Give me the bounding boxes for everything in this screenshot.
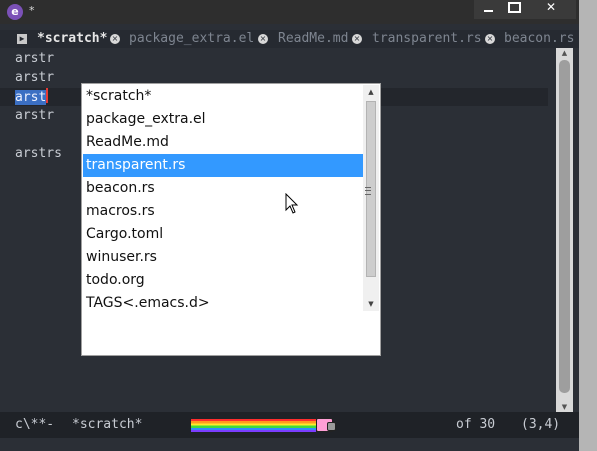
editor-line: arstr — [15, 108, 55, 123]
tab-package-extra[interactable]: package_extra.el — [129, 30, 254, 48]
tab-close-icon[interactable]: × — [258, 34, 268, 44]
modeline-cursor-position: (3,4) — [521, 417, 561, 432]
buffer-list-item[interactable]: todo.org — [83, 269, 363, 292]
nyan-cat-icon — [316, 418, 336, 432]
desktop-background — [579, 0, 597, 451]
editor-scrollbar[interactable]: ▲ ▼ — [556, 48, 573, 412]
buffer-list-item[interactable]: Cargo.toml — [83, 223, 363, 246]
text-cursor — [46, 88, 49, 103]
tab-beacon[interactable]: beacon.rs — [504, 30, 574, 48]
tab-readme[interactable]: ReadMe.md — [278, 30, 348, 48]
scrollbar-thumb[interactable] — [559, 60, 570, 393]
emacs-icon: e — [7, 4, 23, 20]
tab-menu-icon[interactable]: ▶ — [17, 34, 27, 44]
scroll-up-icon[interactable]: ▲ — [556, 48, 573, 58]
tab-scratch[interactable]: *scratch* — [37, 30, 107, 48]
buffer-list-item[interactable]: winuser.rs — [83, 246, 363, 269]
scroll-up-icon[interactable]: ▲ — [363, 85, 379, 99]
modeline-status: c\**- — [15, 417, 55, 432]
selected-text: arst — [15, 90, 47, 105]
tab-close-icon[interactable]: × — [352, 34, 362, 44]
popup-scrollbar[interactable]: ▲ ▼ — [363, 85, 379, 311]
close-icon: ✕ — [545, 0, 557, 14]
nyan-rainbow-progress — [191, 419, 316, 432]
tab-transparent[interactable]: transparent.rs — [372, 30, 482, 48]
scroll-down-icon[interactable]: ▼ — [556, 402, 573, 412]
buffer-list-item[interactable]: macros.rs — [83, 200, 363, 223]
minimize-icon — [483, 9, 493, 12]
modeline-buffer-name: *scratch* — [72, 417, 143, 432]
tab-close-icon[interactable]: × — [110, 34, 120, 44]
minibuffer[interactable] — [0, 438, 579, 451]
editor-line-current: arst — [15, 88, 49, 107]
title-bar: e * ✕ — [0, 0, 579, 24]
mouse-pointer-icon — [285, 193, 299, 214]
buffer-switch-popup: *scratch* package_extra.el ReadMe.md tra… — [81, 83, 381, 356]
buffer-list-item[interactable]: package_extra.el — [83, 108, 363, 131]
scroll-down-icon[interactable]: ▼ — [363, 297, 379, 311]
maximize-button[interactable] — [500, 0, 528, 19]
editor-line: arstr — [15, 70, 55, 85]
close-button[interactable]: ✕ — [526, 0, 576, 19]
maximize-icon — [507, 2, 521, 13]
editor-line: arstrs — [15, 146, 62, 161]
buffer-list-item[interactable]: beacon.rs — [83, 177, 363, 200]
buffer-list-item[interactable]: ReadMe.md — [83, 131, 363, 154]
tab-close-icon[interactable]: × — [485, 34, 495, 44]
buffer-list-item[interactable]: TAGS<.emacs.d> — [83, 292, 363, 315]
editor-line: arstr — [15, 51, 55, 66]
window-title: * — [29, 4, 35, 17]
minimize-button[interactable] — [474, 0, 502, 19]
buffer-list-item[interactable]: *scratch* — [83, 85, 363, 108]
grip-icon — [365, 187, 371, 195]
tab-bar: *scratch* × package_extra.el × ReadMe.md… — [0, 30, 579, 48]
buffer-list-item-selected[interactable]: transparent.rs — [83, 154, 363, 177]
modeline-position: of 30 — [456, 417, 496, 432]
